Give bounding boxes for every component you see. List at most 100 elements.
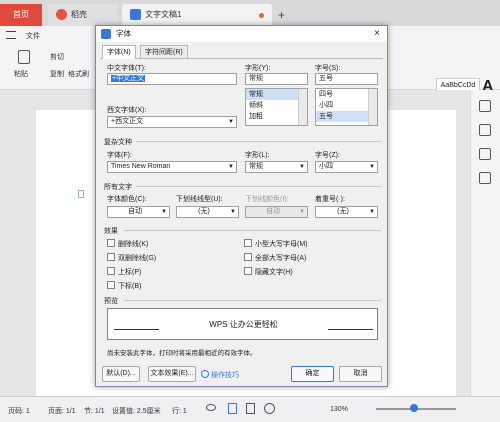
new-tab-button[interactable]: + <box>278 8 285 22</box>
status-page-num: 页码: 1 <box>8 408 30 415</box>
preview-box: WPS 让办公更轻松 <box>107 308 378 340</box>
right-sidebar <box>470 90 500 396</box>
western-font-value: +西文正文 <box>111 118 144 125</box>
chevron-down-icon: ▼ <box>228 119 234 125</box>
style-input[interactable]: 常规 <box>245 73 308 85</box>
share-icon[interactable] <box>479 172 491 184</box>
tab-character-spacing[interactable]: 字符间距(R) <box>140 45 188 59</box>
size-list[interactable]: 四号 小四 五号 <box>315 88 378 126</box>
paste-button[interactable]: 粘贴 <box>14 69 28 79</box>
emphasis-select[interactable]: (无) ▼ <box>315 206 378 218</box>
menu-icon[interactable] <box>6 31 16 39</box>
file-menu[interactable]: 文件 <box>26 31 40 41</box>
ok-button[interactable]: 确定 <box>291 366 334 382</box>
checkbox-box[interactable] <box>107 267 115 275</box>
complex-size-select[interactable]: 小四 ▼ <box>315 161 378 173</box>
tab-font[interactable]: 字体(N) <box>102 45 136 59</box>
complex-font-select[interactable]: Times New Roman ▼ <box>107 161 237 173</box>
checkbox-box[interactable] <box>244 239 252 247</box>
zoom-thumb[interactable] <box>410 404 418 412</box>
underline-label: 下划线线型(U): <box>176 196 223 203</box>
status-pages: 页面: 1/1 <box>48 408 76 415</box>
double-strikethrough-checkbox[interactable]: 双删除线(G) <box>107 253 156 263</box>
tab-document-label: 文字文稿1 <box>145 10 182 19</box>
tab-document[interactable]: 文字文稿1 <box>122 4 272 26</box>
view-page-icon[interactable] <box>228 403 237 414</box>
double-strikethrough-label: 双删除线(G) <box>118 255 157 262</box>
checkbox-box[interactable] <box>244 267 252 275</box>
font-color-value: 自动 <box>128 208 142 215</box>
all-caps-checkbox[interactable]: 全部大写字母(A) <box>244 253 306 263</box>
view-outline-icon[interactable] <box>246 403 255 414</box>
chevron-down-icon: ▼ <box>230 209 236 215</box>
checkbox-box[interactable] <box>107 253 115 261</box>
settings-icon[interactable] <box>479 148 491 160</box>
font-color-select[interactable]: 自动 ▼ <box>107 206 170 218</box>
tab-home[interactable]: 首页 <box>0 4 42 26</box>
hidden-text-checkbox[interactable]: 隐藏文字(H) <box>244 267 293 277</box>
strikethrough-checkbox[interactable]: 删除线(K) <box>107 239 148 249</box>
effects-section-title: 效果 <box>104 228 118 235</box>
effects-section-divider <box>124 230 381 231</box>
preview-note: 尚未安装此字体，打印时将采用最相近的有效字体。 <box>107 350 257 357</box>
subscript-label: 下标(B) <box>118 283 142 290</box>
status-bar: 页码: 1 页面: 1/1 节: 1/1 设置值: 2.5厘米 行: 1 130… <box>0 396 500 422</box>
underline-select[interactable]: (无) ▼ <box>176 206 239 218</box>
tips-icon <box>201 370 209 378</box>
complex-size-value: 小四 <box>319 163 333 170</box>
format-painter-button[interactable]: 格式刷 <box>68 69 89 79</box>
font-color-label: 字体颜色(C): <box>107 196 147 203</box>
cancel-button[interactable]: 取消 <box>339 366 382 382</box>
small-caps-checkbox[interactable]: 小型大写字母(M) <box>244 239 308 249</box>
chinese-font-input[interactable]: +中文正文 <box>107 73 237 85</box>
tab-daoke[interactable]: 稻壳 <box>48 4 118 26</box>
check-icon[interactable] <box>479 124 491 136</box>
font-dialog: 字体 × 字体(N) 字符间距(R) 中文字体(T): +中文正文 字形(Y):… <box>95 25 388 387</box>
status-row: 行: 1 <box>172 408 187 415</box>
dialog-title: 字体 <box>96 26 387 42</box>
checkbox-box[interactable] <box>244 253 252 261</box>
checkbox-box[interactable] <box>107 281 115 289</box>
close-icon[interactable]: × <box>371 26 383 42</box>
unsaved-dot-icon <box>259 13 264 18</box>
text-effect-button[interactable]: 文本效果(E)... <box>148 366 196 382</box>
western-font-label: 西文字体(X): <box>107 107 147 114</box>
complex-style-select[interactable]: 常规 ▼ <box>245 161 308 173</box>
cut-button[interactable]: 剪切 <box>50 52 64 62</box>
eye-icon[interactable] <box>206 404 216 411</box>
daoke-icon <box>56 9 67 21</box>
superscript-label: 上标(P) <box>118 269 142 276</box>
underline-color-select[interactable]: 自动 ▼ <box>245 206 308 218</box>
style-list[interactable]: 常规 倾斜 加粗 <box>245 88 308 126</box>
western-font-select[interactable]: +西文正文 ▼ <box>107 116 237 128</box>
hidden-text-label: 隐藏文字(H) <box>255 269 293 276</box>
checkbox-box[interactable] <box>107 239 115 247</box>
underline-color-value: 自动 <box>266 208 280 215</box>
zoom-level[interactable]: 130% <box>330 406 348 413</box>
small-caps-label: 小型大写字母(M) <box>255 241 308 248</box>
underline-value: (无) <box>198 208 210 215</box>
preview-section-title: 预览 <box>104 298 118 305</box>
copy-button[interactable]: 复制 <box>50 69 64 79</box>
preview-baseline-right <box>328 329 373 330</box>
tips-link[interactable]: 操作技巧 <box>201 370 239 380</box>
complex-font-label: 字体(F): <box>107 152 132 159</box>
size-label: 字号(S): <box>315 65 341 72</box>
size-input[interactable]: 五号 <box>315 73 378 85</box>
all-text-section-title: 所有文字 <box>104 184 132 191</box>
size-list-scrollbar[interactable] <box>368 89 377 125</box>
complex-style-value: 常规 <box>249 163 263 170</box>
edit-icon[interactable] <box>479 100 491 112</box>
tab-bar: 首页 稻壳 文字文稿1 + <box>0 0 500 26</box>
preview-section-divider <box>124 300 381 301</box>
chevron-down-icon: ▼ <box>369 164 375 170</box>
default-button[interactable]: 默认(D)... <box>102 366 140 382</box>
view-web-icon[interactable] <box>264 403 275 414</box>
chevron-down-icon: ▼ <box>369 209 375 215</box>
complex-style-label: 字形(L): <box>245 152 270 159</box>
chevron-down-icon: ▼ <box>161 209 167 215</box>
superscript-checkbox[interactable]: 上标(P) <box>107 267 141 277</box>
underline-color-label: 下划线颜色(I): <box>245 196 289 203</box>
style-list-scrollbar[interactable] <box>298 89 307 125</box>
subscript-checkbox[interactable]: 下标(B) <box>107 281 141 291</box>
